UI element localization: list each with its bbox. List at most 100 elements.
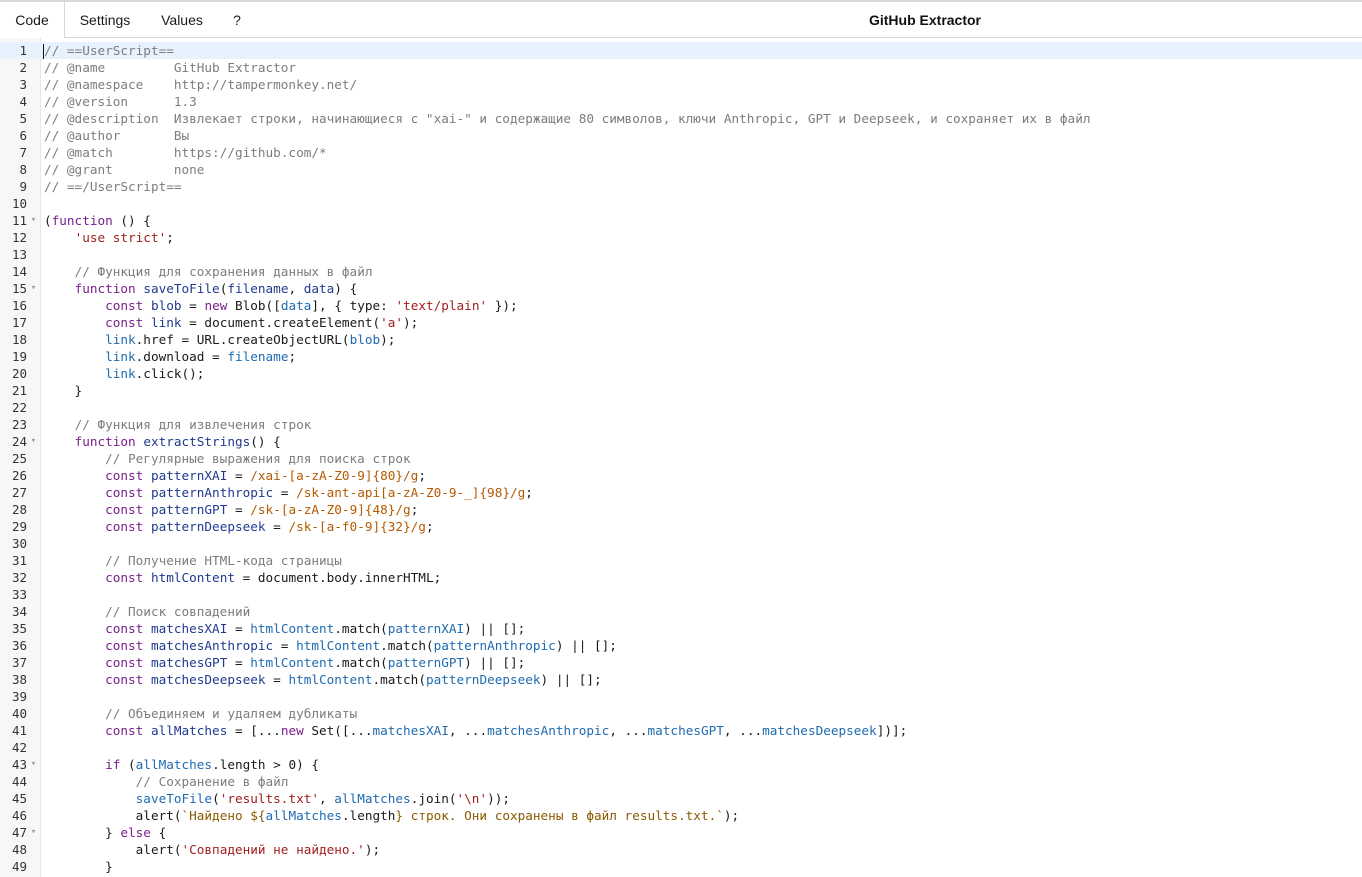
code-text: // Сохранение в файл (135, 774, 289, 789)
line-number: 30 (11, 536, 27, 551)
line-number: 39 (11, 689, 27, 704)
line-number: 15 (11, 281, 27, 296)
code-text: const patternXAI = /xai-[a-zA-Z0-9]{80}/… (105, 468, 426, 483)
code-text: // Регулярные выражения для поиска строк (105, 451, 411, 466)
code-text: function saveToFile(filename, data) { (74, 281, 358, 296)
code-line[interactable]: 35 const matchesXAI = htmlContent.match(… (0, 620, 1362, 637)
code-text: if (allMatches.length > 0) { (105, 757, 320, 772)
line-number: 23 (11, 417, 27, 432)
code-text: const patternAnthropic = /sk-ant-api[a-z… (105, 485, 533, 500)
code-line[interactable]: 10 (0, 195, 1362, 212)
code-line[interactable]: 31 // Получение HTML-кода страницы (0, 552, 1362, 569)
code-line[interactable]: 17 const link = document.createElement('… (0, 314, 1362, 331)
fold-arrow-icon[interactable]: ▾ (29, 433, 38, 450)
tab-help[interactable]: ? (222, 2, 252, 38)
code-text: // Функция для сохранения данных в файл (74, 264, 373, 279)
line-number: 17 (11, 315, 27, 330)
code-line[interactable]: 2 // @name GitHub Extractor (0, 59, 1362, 76)
fold-arrow-icon[interactable]: ▾ (29, 280, 38, 297)
code-line[interactable]: 6 // @author Вы (0, 127, 1362, 144)
code-text: link.click(); (105, 366, 205, 381)
code-line[interactable]: 4 // @version 1.3 (0, 93, 1362, 110)
code-line[interactable]: 22 (0, 399, 1362, 416)
code-line[interactable]: 49 } (0, 858, 1362, 875)
editor-tab-bar: Code Settings Values ? GitHub Extractor (0, 0, 1362, 38)
code-line[interactable]: 46 alert(`Найдено ${allMatches.length} с… (0, 807, 1362, 824)
line-number: 29 (11, 519, 27, 534)
line-number: 8 (19, 162, 27, 177)
code-text: const blob = new Blob([data], { type: 't… (105, 298, 518, 313)
code-line[interactable]: 18 link.href = URL.createObjectURL(blob)… (0, 331, 1362, 348)
code-line[interactable]: 21 } (0, 382, 1362, 399)
code-line[interactable]: 30 (0, 535, 1362, 552)
code-line[interactable]: 3 // @namespace http://tampermonkey.net/ (0, 76, 1362, 93)
line-number: 2 (19, 60, 27, 75)
code-line[interactable]: 8 // @grant none (0, 161, 1362, 178)
line-number: 41 (11, 723, 27, 738)
line-number: 9 (19, 179, 27, 194)
code-line[interactable]: 5 // @description Извлекает строки, начин… (0, 110, 1362, 127)
code-editor[interactable]: 1 // ==UserScript== 2 // @name GitHub Extra… (0, 38, 1362, 877)
code-text: const allMatches = [...new Set([...match… (105, 723, 908, 738)
code-line[interactable]: 29 const patternDeepseek = /sk-[a-f0-9]{… (0, 518, 1362, 535)
script-title: GitHub Extractor (868, 12, 981, 28)
code-line[interactable]: 45 saveToFile('results.txt', allMatches.… (0, 790, 1362, 807)
line-number: 33 (11, 587, 27, 602)
code-line[interactable]: 19 link.download = filename; (0, 348, 1362, 365)
code-line[interactable]: 41 const allMatches = [...new Set([...ma… (0, 722, 1362, 739)
code-lines: 1 // ==UserScript== 2 // @name GitHub Extra… (0, 42, 1362, 875)
line-number: 21 (11, 383, 27, 398)
line-number: 10 (11, 196, 27, 211)
line-number: 6 (19, 128, 27, 143)
line-number: 25 (11, 451, 27, 466)
code-text: alert('Совпадений не найдено.'); (44, 842, 381, 857)
fold-arrow-icon[interactable]: ▾ (29, 212, 38, 229)
code-line[interactable]: 44 // Сохранение в файл (0, 773, 1362, 790)
code-line[interactable]: 15 ▾ function saveToFile(filename, data) … (0, 280, 1362, 297)
code-line[interactable]: 43 ▾ if (allMatches.length > 0) { (0, 756, 1362, 773)
code-text: // @description Извлекает строки, начина… (44, 111, 1091, 126)
tab-values[interactable]: Values (150, 2, 214, 38)
code-line[interactable]: 20 link.click(); (0, 365, 1362, 382)
code-line[interactable]: 24 ▾ function extractStrings() { (0, 433, 1362, 450)
code-text: // @grant none (44, 162, 205, 177)
code-line[interactable]: 48 alert('Совпадений не найдено.'); (0, 841, 1362, 858)
code-line[interactable]: 12 'use strict'; (0, 229, 1362, 246)
code-line[interactable]: 27 const patternAnthropic = /sk-ant-api[… (0, 484, 1362, 501)
code-text: function extractStrings() { (74, 434, 281, 449)
code-line[interactable]: 32 const htmlContent = document.body.inn… (0, 569, 1362, 586)
line-number: 13 (11, 247, 27, 262)
code-text: alert(`Найдено ${allMatches.length} стро… (44, 808, 740, 823)
code-line[interactable]: 42 (0, 739, 1362, 756)
code-line[interactable]: 11 ▾ (function () { (0, 212, 1362, 229)
code-line[interactable]: 1 // ==UserScript== (0, 42, 1362, 59)
code-line[interactable]: 25 // Регулярные выражения для поиска ст… (0, 450, 1362, 467)
code-line[interactable]: 33 (0, 586, 1362, 603)
line-number: 11 (11, 213, 27, 228)
code-line[interactable]: 36 const matchesAnthropic = htmlContent.… (0, 637, 1362, 654)
code-line[interactable]: 28 const patternGPT = /sk-[a-zA-Z0-9]{48… (0, 501, 1362, 518)
code-line[interactable]: 34 // Поиск совпадений (0, 603, 1362, 620)
code-line[interactable]: 37 const matchesGPT = htmlContent.match(… (0, 654, 1362, 671)
code-line[interactable]: 39 (0, 688, 1362, 705)
tab-settings[interactable]: Settings (66, 2, 144, 38)
code-line[interactable]: 47 ▾ } else { (0, 824, 1362, 841)
code-line[interactable]: 38 const matchesDeepseek = htmlContent.m… (0, 671, 1362, 688)
code-line[interactable]: 23 // Функция для извлечения строк (0, 416, 1362, 433)
code-line[interactable]: 14 // Функция для сохранения данных в фа… (0, 263, 1362, 280)
code-text: saveToFile('results.txt', allMatches.joi… (135, 791, 511, 806)
code-line[interactable]: 13 (0, 246, 1362, 263)
tab-code[interactable]: Code (0, 2, 65, 38)
code-text: const htmlContent = document.body.innerH… (105, 570, 442, 585)
code-line[interactable]: 40 // Объединяем и удаляем дубликаты (0, 705, 1362, 722)
fold-arrow-icon[interactable]: ▾ (29, 756, 38, 773)
line-number: 45 (11, 791, 27, 806)
code-line[interactable]: 26 const patternXAI = /xai-[a-zA-Z0-9]{8… (0, 467, 1362, 484)
code-line[interactable]: 16 const blob = new Blob([data], { type:… (0, 297, 1362, 314)
line-number: 19 (11, 349, 27, 364)
code-line[interactable]: 9 // ==/UserScript== (0, 178, 1362, 195)
fold-arrow-icon[interactable]: ▾ (29, 824, 38, 841)
code-line[interactable]: 7 // @match https://github.com/* (0, 144, 1362, 161)
line-number: 27 (11, 485, 27, 500)
code-text: const patternDeepseek = /sk-[a-f0-9]{32}… (105, 519, 434, 534)
